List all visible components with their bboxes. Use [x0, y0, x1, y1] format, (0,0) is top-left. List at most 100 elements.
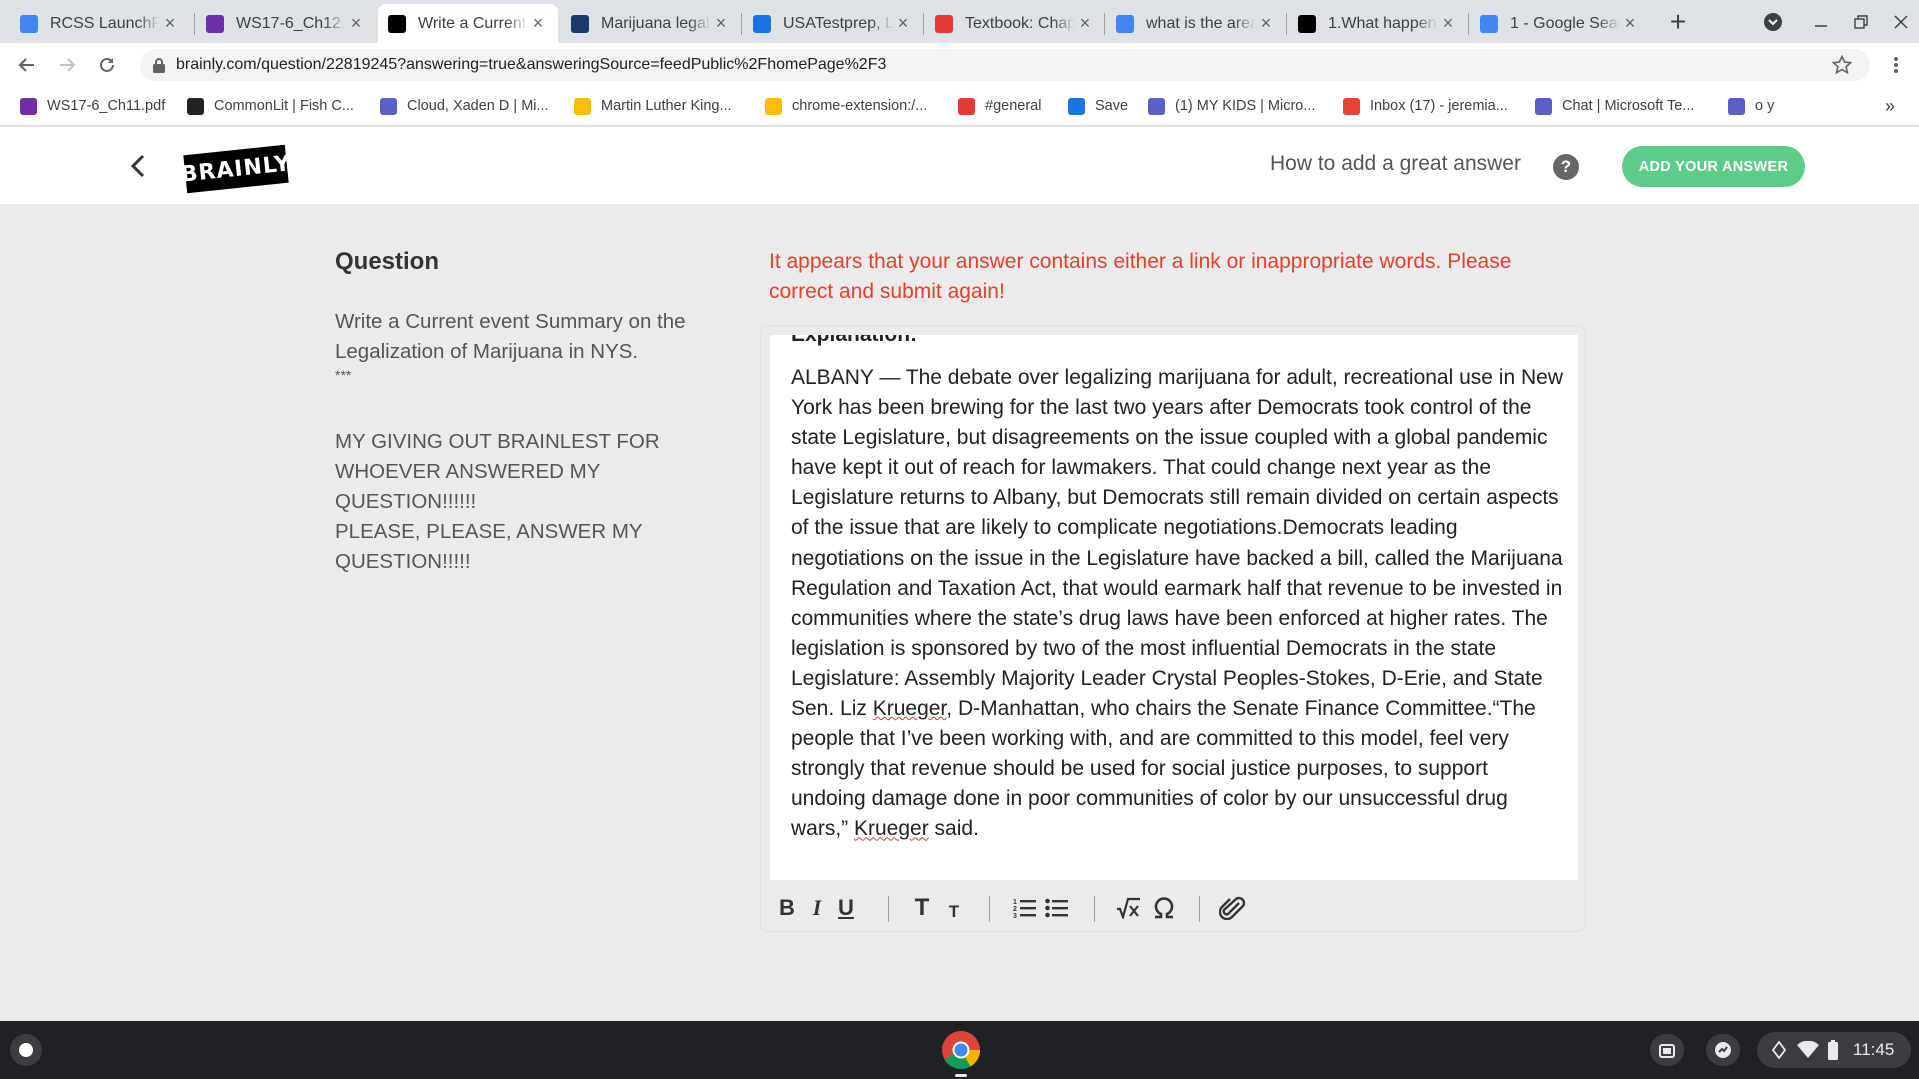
add-answer-button[interactable]: ADD YOUR ANSWER [1622, 146, 1805, 187]
attachment-icon[interactable] [1219, 896, 1247, 920]
bookmark-label: (1) MY KIDS | Micro... [1175, 98, 1316, 114]
answer-part-1: ALBANY — The debate over legalizing mari… [791, 366, 1563, 721]
minimize-icon[interactable] [1810, 11, 1832, 33]
answer-textarea[interactable]: Explanation: ALBANY — The debate over le… [770, 335, 1578, 880]
tote-icon[interactable] [1650, 1034, 1684, 1066]
close-tab-icon[interactable]: × [528, 13, 548, 34]
bookmark-label: o y [1755, 98, 1775, 114]
tab-title: RCSS LaunchPad [50, 14, 160, 32]
bookmark-item[interactable]: Cloud, Xaden D | Mi... [380, 95, 549, 117]
bookmark-star-icon[interactable] [1831, 54, 1853, 80]
close-tab-icon[interactable]: × [1620, 13, 1640, 34]
close-tab-icon[interactable]: × [893, 13, 913, 34]
answer-text[interactable]: ALBANY — The debate over legalizing mari… [791, 363, 1566, 845]
browser-menu-icon[interactable] [1882, 51, 1910, 79]
help-icon[interactable]: ? [1553, 154, 1579, 180]
bookmark-item[interactable]: Martin Luther King... [574, 95, 732, 117]
bookmark-label: Cloud, Xaden D | Mi... [407, 98, 549, 114]
back-icon[interactable] [13, 51, 41, 79]
underline-button[interactable]: U [835, 895, 857, 920]
numbered-list-icon[interactable]: 123 [1013, 896, 1037, 920]
cloud-icon [20, 14, 38, 33]
tab-search-icon[interactable] [1762, 11, 1784, 33]
tab-separator [1104, 13, 1105, 35]
toolbar-divider [888, 896, 889, 922]
os-taskbar: 11:45 [0, 1021, 1919, 1079]
restore-icon[interactable] [1850, 11, 1872, 33]
bookmarks-overflow-button[interactable]: » [1885, 95, 1895, 117]
svg-text:1: 1 [1013, 899, 1017, 906]
clock[interactable]: 11:45 [1853, 1040, 1894, 1060]
tab-separator [923, 13, 924, 35]
close-window-icon[interactable] [1890, 11, 1912, 33]
cursor-icon [1068, 97, 1085, 115]
bookmark-label: #general [985, 98, 1042, 114]
pdf-icon [206, 14, 224, 33]
bold-button[interactable]: B [776, 895, 798, 920]
bookmark-item[interactable]: (1) MY KIDS | Micro... [1148, 95, 1315, 117]
url-text[interactable]: brainly.com/question/22819245?answering=… [176, 56, 886, 74]
browser-tab[interactable]: Marijuana legalization× [561, 4, 741, 43]
calendar-icon [958, 97, 975, 115]
new-tab-button[interactable]: + [1663, 6, 1693, 38]
browser-tab[interactable]: 1.What happens × [1288, 4, 1468, 43]
site-header: BRAINLY How to add a great answer ? ADD … [0, 127, 1919, 204]
bookmark-item[interactable]: Save [1068, 95, 1128, 117]
tab-separator [194, 13, 195, 35]
spellcheck-word[interactable]: Krueger [854, 817, 929, 840]
bookmark-item[interactable]: CommonLit | Fish C... [187, 95, 354, 117]
question-heading: Question [335, 248, 440, 275]
tab-title: 1 - Google Search [1510, 14, 1620, 32]
bookmark-item[interactable]: #general [958, 95, 1041, 117]
browser-tab[interactable]: what is the area × [1106, 4, 1286, 43]
heading-large-button[interactable]: T [911, 894, 933, 921]
browser-tab[interactable]: USATestprep, LLC× [743, 4, 923, 43]
browser-tab[interactable]: Textbook: Chapter× [925, 4, 1105, 43]
close-tab-icon[interactable]: × [1075, 13, 1095, 34]
bookmark-label: Inbox (17) - jeremia... [1370, 98, 1508, 114]
reload-icon[interactable] [93, 51, 121, 79]
symbols-omega-icon[interactable] [1152, 896, 1176, 920]
close-tab-icon[interactable]: × [1438, 13, 1458, 34]
tab-title: Textbook: Chapter [965, 14, 1075, 32]
chrome-icon[interactable] [941, 1030, 981, 1070]
back-arrow-icon[interactable] [128, 153, 150, 184]
wifi-icon [1797, 1040, 1819, 1060]
textbook-icon [935, 14, 953, 33]
equation-icon[interactable] [1116, 896, 1142, 920]
bookmark-label: Martin Luther King... [601, 98, 732, 114]
google-icon [1116, 14, 1134, 33]
lock-icon[interactable] [152, 57, 166, 78]
heading-small-button[interactable]: T [945, 900, 963, 924]
launcher-icon[interactable] [10, 1034, 42, 1066]
close-tab-icon[interactable]: × [711, 13, 731, 34]
book-icon [187, 97, 204, 115]
close-tab-icon[interactable]: × [346, 13, 366, 34]
forward-icon[interactable] [53, 51, 81, 79]
spellcheck-word[interactable]: Krueger [873, 697, 947, 720]
svg-text:3: 3 [1013, 913, 1017, 919]
italic-button[interactable]: I [808, 895, 826, 920]
bookmark-item[interactable]: WS17-6_Ch11.pdf [20, 95, 165, 117]
close-tab-icon[interactable]: × [1256, 13, 1276, 34]
bookmark-item[interactable]: o y [1728, 95, 1774, 117]
chat-icon [1728, 97, 1745, 115]
tab-title: Write a Current event Summary [418, 14, 528, 32]
brainly-logo[interactable]: BRAINLY [180, 144, 292, 194]
brainly-icon [1298, 14, 1316, 33]
bookmark-item[interactable]: Inbox (17) - jeremia... [1343, 95, 1508, 117]
browser-toolbar: brainly.com/question/22819245?answering=… [0, 43, 1919, 86]
tab-title: what is the area [1146, 14, 1256, 32]
bookmark-item[interactable]: chrome-extension:/... [765, 95, 927, 117]
brainly-icon [388, 14, 406, 33]
close-tab-icon[interactable]: × [160, 13, 180, 34]
remote-desktop-icon[interactable] [1706, 1034, 1740, 1066]
address-bar[interactable]: brainly.com/question/22819245?answering=… [140, 49, 1870, 81]
browser-tab[interactable]: RCSS LaunchPad× [10, 4, 190, 43]
bullet-list-icon[interactable] [1045, 896, 1069, 920]
bookmark-item[interactable]: Chat | Microsoft Te... [1535, 95, 1694, 117]
browser-tab[interactable]: WS17-6_Ch12.pdf× [196, 4, 376, 43]
how-to-link[interactable]: How to add a great answer [1270, 152, 1521, 176]
browser-tab[interactable]: Write a Current event Summary× [378, 4, 558, 43]
browser-tab[interactable]: 1 - Google Search× [1470, 4, 1650, 43]
